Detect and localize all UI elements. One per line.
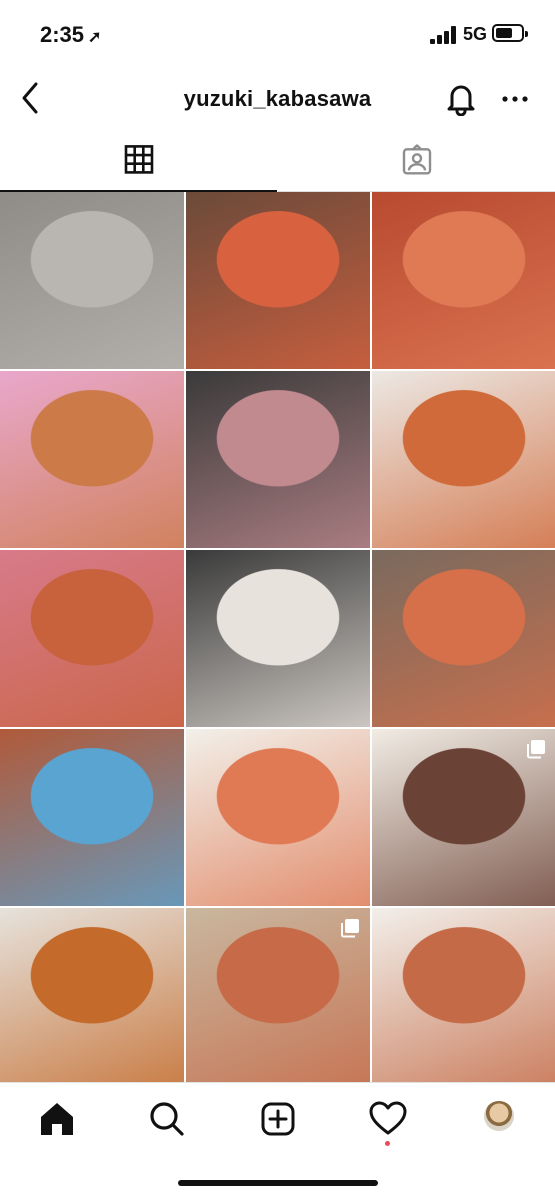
post-thumbnail[interactable] — [372, 729, 555, 906]
post-thumbnail[interactable] — [372, 192, 555, 369]
grid-icon — [124, 145, 153, 174]
post-image — [186, 550, 370, 727]
profile-avatar[interactable] — [484, 1101, 514, 1131]
post-thumbnail[interactable] — [186, 192, 370, 369]
tagged-person-icon — [402, 143, 431, 175]
clock: 2:35 ➚ — [40, 22, 101, 48]
activity-notification-dot — [385, 1141, 390, 1146]
post-thumbnail[interactable] — [186, 371, 370, 548]
cellular-signal-icon — [430, 26, 456, 44]
post-thumbnail[interactable] — [372, 908, 555, 1082]
home-tab[interactable] — [37, 1099, 77, 1139]
post-thumbnail[interactable] — [0, 908, 184, 1082]
tagged-tab[interactable] — [278, 130, 555, 192]
posts-grid-tab[interactable] — [0, 130, 277, 192]
post-image — [372, 908, 555, 1082]
post-image — [186, 729, 370, 906]
post-thumbnail[interactable] — [186, 550, 370, 727]
post-image — [0, 371, 184, 548]
post-thumbnail[interactable] — [186, 908, 370, 1082]
post-image — [0, 550, 184, 727]
network-type: 5G — [463, 24, 488, 44]
post-thumbnail[interactable] — [0, 729, 184, 906]
new-post-tab[interactable] — [258, 1099, 298, 1139]
battery-icon — [492, 24, 528, 42]
status-bar: 2:35 ➚ 5G — [0, 0, 555, 70]
new-post-icon — [261, 1102, 295, 1136]
post-image — [372, 192, 555, 369]
carousel-icon — [527, 740, 545, 759]
profile-tabs — [0, 130, 555, 192]
profile-header: yuzuki_kabasawa — [0, 70, 555, 128]
post-image — [372, 550, 555, 727]
post-image — [186, 192, 370, 369]
activity-heart-icon — [369, 1101, 407, 1135]
post-thumbnail[interactable] — [0, 550, 184, 727]
post-thumbnail[interactable] — [0, 192, 184, 369]
notifications-button[interactable] — [444, 80, 478, 117]
clock-text: 2:35 — [40, 22, 85, 47]
posts-grid — [0, 192, 555, 1082]
activity-tab[interactable] — [368, 1099, 408, 1139]
home-icon — [41, 1103, 73, 1135]
more-options-button[interactable] — [500, 84, 530, 114]
bell-icon — [447, 85, 475, 117]
post-image — [0, 908, 184, 1082]
search-icon — [150, 1102, 184, 1136]
home-indicator — [178, 1180, 378, 1186]
post-image — [0, 192, 184, 369]
post-thumbnail[interactable] — [372, 371, 555, 548]
carousel-icon — [341, 919, 359, 938]
more-dots-icon — [502, 96, 528, 102]
post-thumbnail[interactable] — [186, 729, 370, 906]
post-thumbnail[interactable] — [0, 371, 184, 548]
location-arrow-icon: ➚ — [88, 29, 102, 46]
search-tab[interactable] — [147, 1099, 187, 1139]
post-image — [0, 729, 184, 906]
post-image — [186, 371, 370, 548]
post-image — [372, 371, 555, 548]
post-thumbnail[interactable] — [372, 550, 555, 727]
